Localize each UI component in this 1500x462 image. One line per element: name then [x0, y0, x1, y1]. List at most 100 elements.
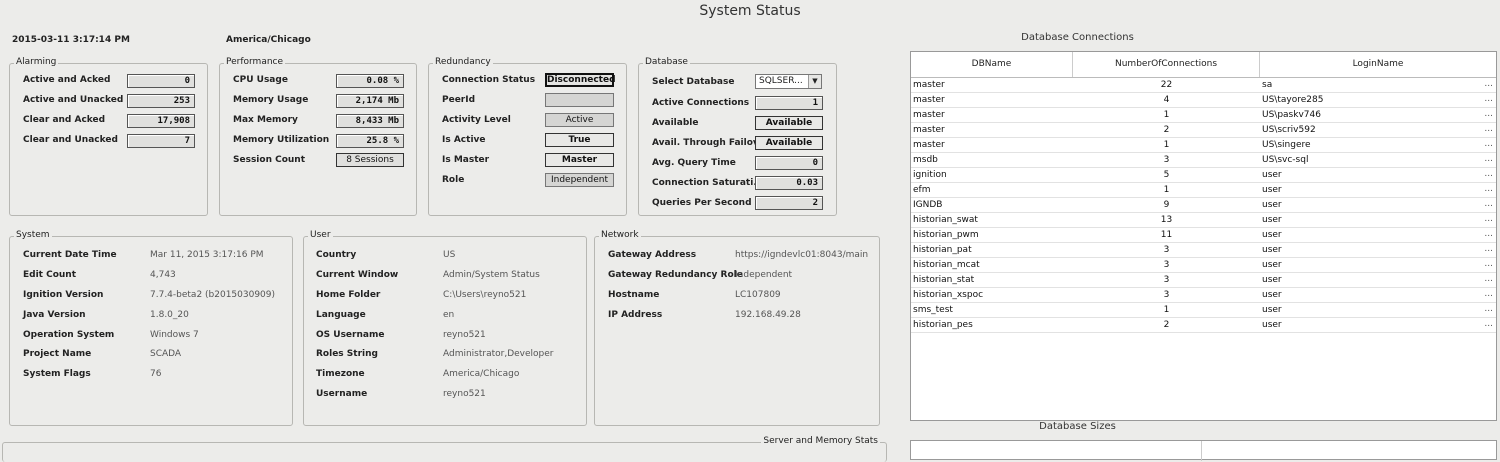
cell-more-indicator[interactable]: ... — [1484, 138, 1493, 150]
user-language-value: en — [443, 310, 455, 320]
cell-more-indicator[interactable]: ... — [1484, 303, 1493, 315]
column-header-loginname[interactable]: LoginName — [1260, 52, 1496, 77]
cell-loginname: user — [1262, 305, 1282, 315]
perf-max-memory-value: 8,433 Mb — [336, 114, 404, 128]
perf-max-memory-label: Max Memory — [233, 115, 298, 125]
cell-more-indicator[interactable]: ... — [1484, 258, 1493, 270]
system-group-label: System — [14, 230, 52, 240]
cell-loginname: US\paskv746 — [1262, 110, 1321, 120]
db-avg-query-time-value: 0 — [755, 156, 823, 170]
perf-memory-usage-value: 2,174 Mb — [336, 94, 404, 108]
sys-system-flags-label: System Flags — [23, 369, 91, 379]
cell-more-indicator[interactable]: ... — [1484, 318, 1493, 330]
cell-more-indicator[interactable]: ... — [1484, 168, 1493, 180]
table-row[interactable]: master 1 US\singere... — [911, 138, 1496, 153]
user-timezone-value: America/Chicago — [443, 369, 520, 379]
cell-loginname: user — [1262, 185, 1282, 195]
cell-connections: 2 — [1163, 125, 1170, 135]
alarm-active-unacked-value: 253 — [127, 94, 195, 108]
cell-dbname: msdb — [913, 155, 938, 165]
server-memory-group-label: Server and Memory Stats — [761, 436, 880, 446]
cell-connections: 1 — [1163, 185, 1170, 195]
cell-more-indicator[interactable]: ... — [1484, 228, 1493, 240]
net-redundancy-role-label: Gateway Redundancy Role — [608, 270, 743, 280]
red-activity-level-value: Active — [545, 113, 614, 127]
cell-more-indicator[interactable]: ... — [1484, 123, 1493, 135]
table-header: DBName NumberOfConnections LoginName — [911, 52, 1496, 78]
cell-connections: 3 — [1163, 275, 1170, 285]
cell-more-indicator[interactable]: ... — [1484, 153, 1493, 165]
cell-loginname: user — [1262, 320, 1282, 330]
table-row[interactable]: master 1 US\paskv746... — [911, 108, 1496, 123]
perf-memory-utilization-label: Memory Utilization — [233, 135, 330, 145]
cell-loginname: user — [1262, 290, 1282, 300]
db-sizes-column-divider — [1201, 441, 1202, 461]
table-row[interactable]: sms_test 1 user... — [911, 303, 1496, 318]
alarming-group: Alarming Active and Acked 0 Active and U… — [9, 57, 208, 216]
sys-edit-count-label: Edit Count — [23, 270, 77, 280]
cell-connections: 9 — [1163, 200, 1170, 210]
cell-more-indicator[interactable]: ... — [1484, 78, 1493, 90]
user-country-value: US — [443, 250, 456, 260]
cell-loginname: user — [1262, 260, 1282, 270]
table-row[interactable]: IGNDB 9 user... — [911, 198, 1496, 213]
chevron-down-icon[interactable]: ▼ — [808, 75, 821, 88]
cell-more-indicator[interactable]: ... — [1484, 273, 1493, 285]
red-is-active-label: Is Active — [442, 135, 486, 145]
table-row[interactable]: msdb 3 US\svc-sql... — [911, 153, 1496, 168]
column-header-connections[interactable]: NumberOfConnections — [1073, 52, 1260, 77]
table-row[interactable]: master 4 US\tayore285... — [911, 93, 1496, 108]
page-title: System Status — [699, 3, 801, 19]
db-sizes-table[interactable] — [910, 440, 1497, 461]
cell-dbname: master — [913, 125, 945, 135]
red-is-active-value: True — [545, 133, 614, 147]
sys-current-datetime-label: Current Date Time — [23, 250, 117, 260]
sys-java-version-label: Java Version — [23, 310, 86, 320]
table-row[interactable]: master 2 US\scriv592... — [911, 123, 1496, 138]
table-row[interactable]: historian_pes 2 user... — [911, 318, 1496, 333]
table-row[interactable]: historian_pat 3 user... — [911, 243, 1496, 258]
sys-project-name-value: SCADA — [150, 349, 182, 359]
red-peerid-value — [545, 93, 614, 107]
table-row[interactable]: ignition 5 user... — [911, 168, 1496, 183]
table-row[interactable]: efm 1 user... — [911, 183, 1496, 198]
column-header-dbname[interactable]: DBName — [911, 52, 1073, 77]
performance-group: Performance CPU Usage 0.08 % Memory Usag… — [219, 57, 417, 216]
cell-more-indicator[interactable]: ... — [1484, 93, 1493, 105]
cell-more-indicator[interactable]: ... — [1484, 198, 1493, 210]
table-row[interactable]: master 22 sa... — [911, 78, 1496, 93]
sys-edit-count-value: 4,743 — [150, 270, 176, 280]
net-ip-address-value: 192.168.49.28 — [735, 310, 801, 320]
cell-more-indicator[interactable]: ... — [1484, 243, 1493, 255]
net-hostname-label: Hostname — [608, 290, 660, 300]
table-row[interactable]: historian_pwm 11 user... — [911, 228, 1496, 243]
user-group: User Country US Current Window Admin/Sys… — [303, 230, 587, 426]
cell-dbname: master — [913, 95, 945, 105]
cell-loginname: user — [1262, 170, 1282, 180]
cell-connections: 1 — [1163, 305, 1170, 315]
db-sizes-title: Database Sizes — [1039, 421, 1116, 432]
table-body: master 22 sa... master 4 US\tayore285... maste… — [911, 78, 1496, 333]
table-row[interactable]: historian_swat 13 user... — [911, 213, 1496, 228]
cell-more-indicator[interactable]: ... — [1484, 288, 1493, 300]
db-select-dropdown[interactable]: SQLSER... ▼ — [755, 74, 822, 89]
cell-more-indicator[interactable]: ... — [1484, 108, 1493, 120]
db-connections-table[interactable]: DBName NumberOfConnections LoginName mas… — [910, 51, 1497, 421]
cell-connections: 22 — [1160, 80, 1173, 90]
table-row[interactable]: historian_stat 3 user... — [911, 273, 1496, 288]
cell-loginname: sa — [1262, 80, 1273, 90]
cell-more-indicator[interactable]: ... — [1484, 213, 1493, 225]
sys-operation-system-value: Windows 7 — [150, 330, 199, 340]
cell-dbname: ignition — [913, 170, 947, 180]
user-roles-string-value: Administrator,Developer — [443, 349, 554, 359]
server-memory-group: Server and Memory Stats — [2, 436, 887, 462]
cell-more-indicator[interactable]: ... — [1484, 183, 1493, 195]
user-username-value: reyno521 — [443, 389, 486, 399]
red-activity-level-label: Activity Level — [442, 115, 511, 125]
cell-loginname: user — [1262, 200, 1282, 210]
table-row[interactable]: historian_mcat 3 user... — [911, 258, 1496, 273]
red-peerid-label: PeerId — [442, 95, 476, 105]
red-role-label: Role — [442, 175, 465, 185]
cell-loginname: US\tayore285 — [1262, 95, 1324, 105]
table-row[interactable]: historian_xspoc 3 user... — [911, 288, 1496, 303]
